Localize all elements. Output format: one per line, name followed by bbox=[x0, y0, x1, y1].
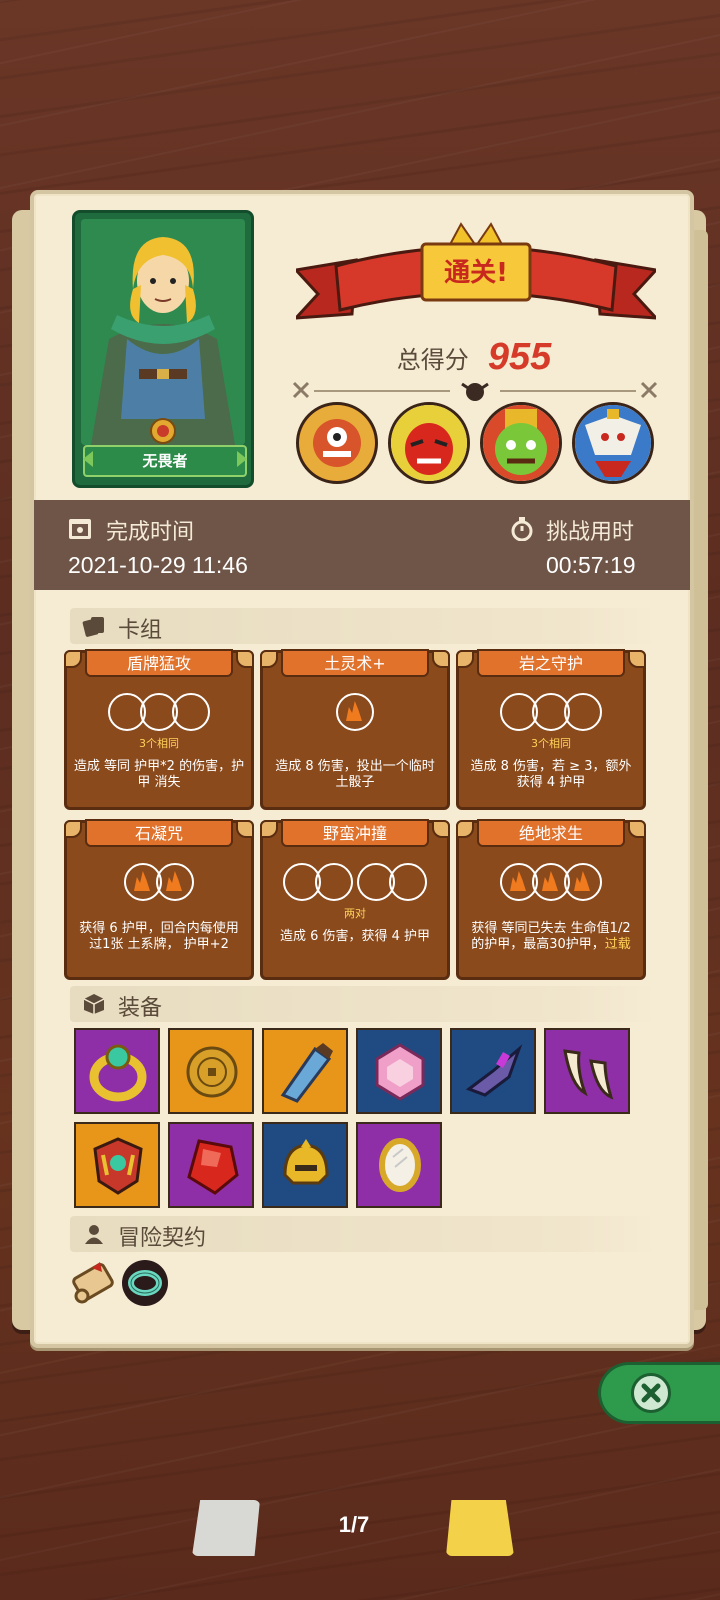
cards-icon bbox=[82, 617, 104, 637]
close-icon bbox=[631, 1373, 671, 1413]
card-corner bbox=[432, 820, 450, 838]
victory-banner-text: 通关! bbox=[444, 258, 508, 288]
card-description: 造成 8 伤害，若 ≥ 3，额外获得 4 护甲 bbox=[470, 759, 632, 790]
dice-slots bbox=[67, 863, 251, 903]
box-icon bbox=[83, 994, 105, 1014]
dice-slot bbox=[172, 693, 210, 731]
boss-red-oni-icon[interactable] bbox=[388, 402, 470, 484]
card-title: 土灵术+ bbox=[281, 649, 429, 677]
gem-ring-icon[interactable] bbox=[74, 1028, 160, 1114]
dice-slot bbox=[564, 693, 602, 731]
earth-dice-slot bbox=[336, 693, 374, 731]
scroll-contract-icon[interactable] bbox=[68, 1258, 118, 1308]
card-description: 获得 等同已失去 生命值1/2 的护甲，最高30护甲，过载 bbox=[465, 921, 637, 953]
next-page-button[interactable] bbox=[446, 1500, 514, 1556]
jade-ring-contract-icon[interactable] bbox=[120, 1258, 170, 1308]
card-earth-spell[interactable]: 土灵术+ 造成 8 伤害，投出一个临时土骰子 bbox=[260, 649, 450, 810]
card-corner bbox=[456, 820, 474, 838]
dice-slots bbox=[459, 863, 643, 903]
dice-slot bbox=[389, 863, 427, 901]
dice-slots bbox=[263, 693, 447, 733]
card-corner bbox=[260, 650, 278, 668]
card-corner bbox=[64, 650, 82, 668]
dice-slots bbox=[67, 693, 251, 733]
card-corner bbox=[628, 650, 646, 668]
time-bar: 完成时间 2021-10-29 11:46 挑战用时 00:57:19 bbox=[34, 500, 690, 590]
card-corner bbox=[236, 650, 254, 668]
gold-helmet-icon[interactable] bbox=[262, 1122, 348, 1208]
card-title: 绝地求生 bbox=[477, 819, 625, 847]
card-corner bbox=[260, 820, 278, 838]
hero-portrait bbox=[81, 219, 245, 445]
card-description: 造成 8 伤害，投出一个临时土骰子 bbox=[275, 759, 435, 790]
card-requirement: 3个相同 bbox=[531, 737, 571, 750]
dice-slot bbox=[315, 863, 353, 901]
pink-crystal-icon[interactable] bbox=[356, 1028, 442, 1114]
dice-slots bbox=[263, 863, 447, 903]
boss-green-goblin-icon[interactable] bbox=[480, 402, 562, 484]
card-description: 造成 6 伤害，获得 4 护甲 bbox=[279, 929, 431, 944]
close-button[interactable] bbox=[598, 1362, 720, 1424]
card-rock-guard[interactable]: 岩之守护 3个相同 造成 8 伤害，若 ≥ 3，额外获得 4 护甲 bbox=[456, 649, 646, 810]
card-corner bbox=[236, 820, 254, 838]
card-requirement: 3个相同 bbox=[139, 737, 179, 750]
red-gem-icon[interactable] bbox=[168, 1122, 254, 1208]
earth-dice-slot bbox=[564, 863, 602, 901]
boss-cyclops-icon[interactable] bbox=[296, 402, 378, 484]
card-corner bbox=[628, 820, 646, 838]
challenge-time-label: 挑战用时 bbox=[546, 520, 635, 545]
equipment-section-title: 装备 bbox=[118, 996, 163, 1021]
dark-dagger-icon[interactable] bbox=[450, 1028, 536, 1114]
overload-keyword: 过载 bbox=[604, 937, 631, 952]
contract-section-title: 冒险契约 bbox=[118, 1226, 207, 1251]
defeated-bosses bbox=[296, 402, 656, 488]
finish-time-label: 完成时间 bbox=[106, 520, 195, 545]
score-label: 总得分 bbox=[396, 346, 469, 374]
card-last-stand[interactable]: 绝地求生 获得 等同已失去 生命值1/2 的护甲，最高30护甲，过载 bbox=[456, 819, 646, 980]
deck-section-title: 卡组 bbox=[118, 618, 163, 643]
boss-skeleton-dragon-icon[interactable] bbox=[572, 402, 654, 484]
page-indicator: 1/7 bbox=[338, 1512, 370, 1537]
boss-divider bbox=[290, 378, 660, 404]
card-title: 盾牌猛攻 bbox=[85, 649, 233, 677]
gold-coin-icon[interactable] bbox=[168, 1028, 254, 1114]
hero-next-arrow-icon bbox=[237, 451, 247, 467]
card-savage-charge[interactable]: 野蛮冲撞 两对 造成 6 伤害，获得 4 护甲 bbox=[260, 819, 450, 980]
hero-prev-arrow-icon bbox=[83, 451, 93, 467]
earth-dice-slot bbox=[156, 863, 194, 901]
victory-banner: 通关! bbox=[292, 222, 660, 332]
result-panel: 无畏者 通关! 总得分 955 完成时间 2021-10-29 11:46 挑战… bbox=[30, 190, 694, 1348]
magic-mirror-icon[interactable] bbox=[356, 1122, 442, 1208]
total-score: 总得分 955 bbox=[294, 336, 654, 380]
card-corner bbox=[456, 650, 474, 668]
score-value: 955 bbox=[487, 336, 552, 378]
spiked-armor-icon[interactable] bbox=[74, 1122, 160, 1208]
card-title: 岩之守护 bbox=[477, 649, 625, 677]
card-title: 野蛮冲撞 bbox=[281, 819, 429, 847]
card-title: 石凝咒 bbox=[85, 819, 233, 847]
deck-section-header: 卡组 bbox=[70, 608, 662, 644]
calendar-icon bbox=[69, 519, 91, 539]
card-stone-curse[interactable]: 石凝咒 获得 6 护甲，回合内每使用过1张 土系牌， 护甲+2 bbox=[64, 819, 254, 980]
equipment-section-header: 装备 bbox=[70, 986, 662, 1022]
hero-name-plate: 无畏者 bbox=[83, 445, 247, 477]
hero-name: 无畏者 bbox=[142, 452, 188, 470]
person-icon bbox=[85, 1225, 103, 1244]
challenge-time-value: 00:57:19 bbox=[546, 552, 636, 578]
previous-page-button[interactable] bbox=[192, 1500, 260, 1556]
hero-card[interactable]: 无畏者 bbox=[72, 210, 254, 488]
contract-section-header: 冒险契约 bbox=[70, 1216, 662, 1252]
serrated-saw-icon[interactable] bbox=[262, 1028, 348, 1114]
card-shield-bash[interactable]: 盾牌猛攻 3个相同 造成 等同 护甲*2 的伤害，护甲 消失 bbox=[64, 649, 254, 810]
finish-time-value: 2021-10-29 11:46 bbox=[68, 552, 248, 578]
card-corner bbox=[432, 650, 450, 668]
fangs-icon[interactable] bbox=[544, 1028, 630, 1114]
card-description: 造成 等同 护甲*2 的伤害，护甲 消失 bbox=[73, 759, 245, 790]
card-corner bbox=[64, 820, 82, 838]
card-description: 获得 6 护甲，回合内每使用过1张 土系牌， 护甲+2 bbox=[79, 921, 239, 952]
stopwatch-icon bbox=[511, 517, 533, 541]
card-requirement: 两对 bbox=[344, 907, 366, 920]
dice-slots bbox=[459, 693, 643, 733]
